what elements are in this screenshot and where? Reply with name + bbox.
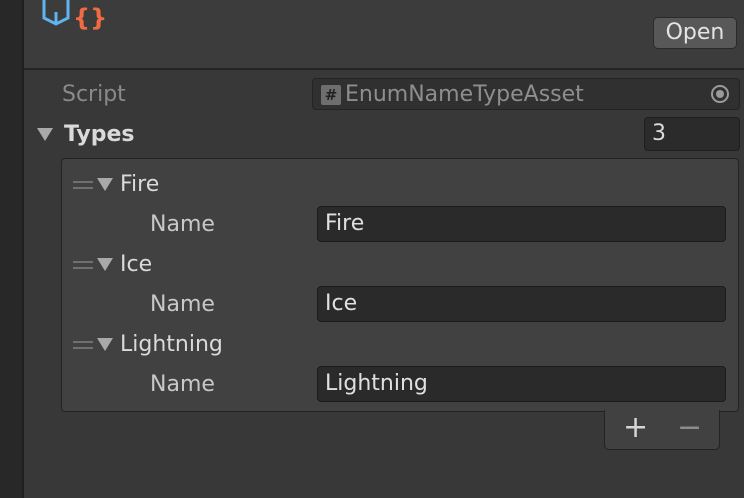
script-object-field[interactable]: # EnumNameTypeAsset bbox=[312, 78, 740, 110]
left-panel-edge bbox=[0, 0, 24, 498]
types-label[interactable]: Types bbox=[64, 121, 135, 149]
name-field[interactable]: Ice bbox=[317, 286, 726, 322]
name-field[interactable]: Lightning bbox=[317, 366, 726, 402]
drag-handle-icon[interactable] bbox=[73, 341, 93, 349]
remove-element-button[interactable]: − bbox=[677, 410, 702, 446]
element-label[interactable]: Ice bbox=[120, 251, 152, 279]
name-field[interactable]: Fire bbox=[317, 206, 726, 242]
name-label: Name bbox=[150, 292, 215, 317]
types-foldout-arrow-icon[interactable] bbox=[37, 128, 53, 141]
scriptable-object-icon: {} bbox=[42, 0, 107, 32]
name-label: Name bbox=[150, 212, 215, 237]
types-count-field[interactable]: 3 bbox=[644, 117, 740, 151]
element-foldout-arrow-icon[interactable] bbox=[97, 338, 113, 351]
drag-handle-icon[interactable] bbox=[73, 261, 93, 269]
element-foldout-arrow-icon[interactable] bbox=[97, 178, 113, 191]
element-label[interactable]: Lightning bbox=[120, 331, 223, 359]
open-button[interactable]: Open bbox=[653, 17, 737, 49]
name-label: Name bbox=[150, 372, 215, 397]
element-label[interactable]: Fire bbox=[120, 171, 159, 199]
element-foldout-arrow-icon[interactable] bbox=[97, 258, 113, 271]
inspector-header: {} Open bbox=[24, 0, 744, 70]
list-footer: + − bbox=[604, 410, 720, 450]
script-hash-icon: # bbox=[321, 85, 341, 105]
add-element-button[interactable]: + bbox=[623, 410, 648, 446]
script-value: EnumNameTypeAsset bbox=[345, 82, 584, 107]
object-picker-icon[interactable] bbox=[711, 85, 729, 103]
drag-handle-icon[interactable] bbox=[73, 181, 93, 189]
svg-text:{}: {} bbox=[73, 4, 107, 32]
script-label: Script bbox=[62, 82, 126, 107]
